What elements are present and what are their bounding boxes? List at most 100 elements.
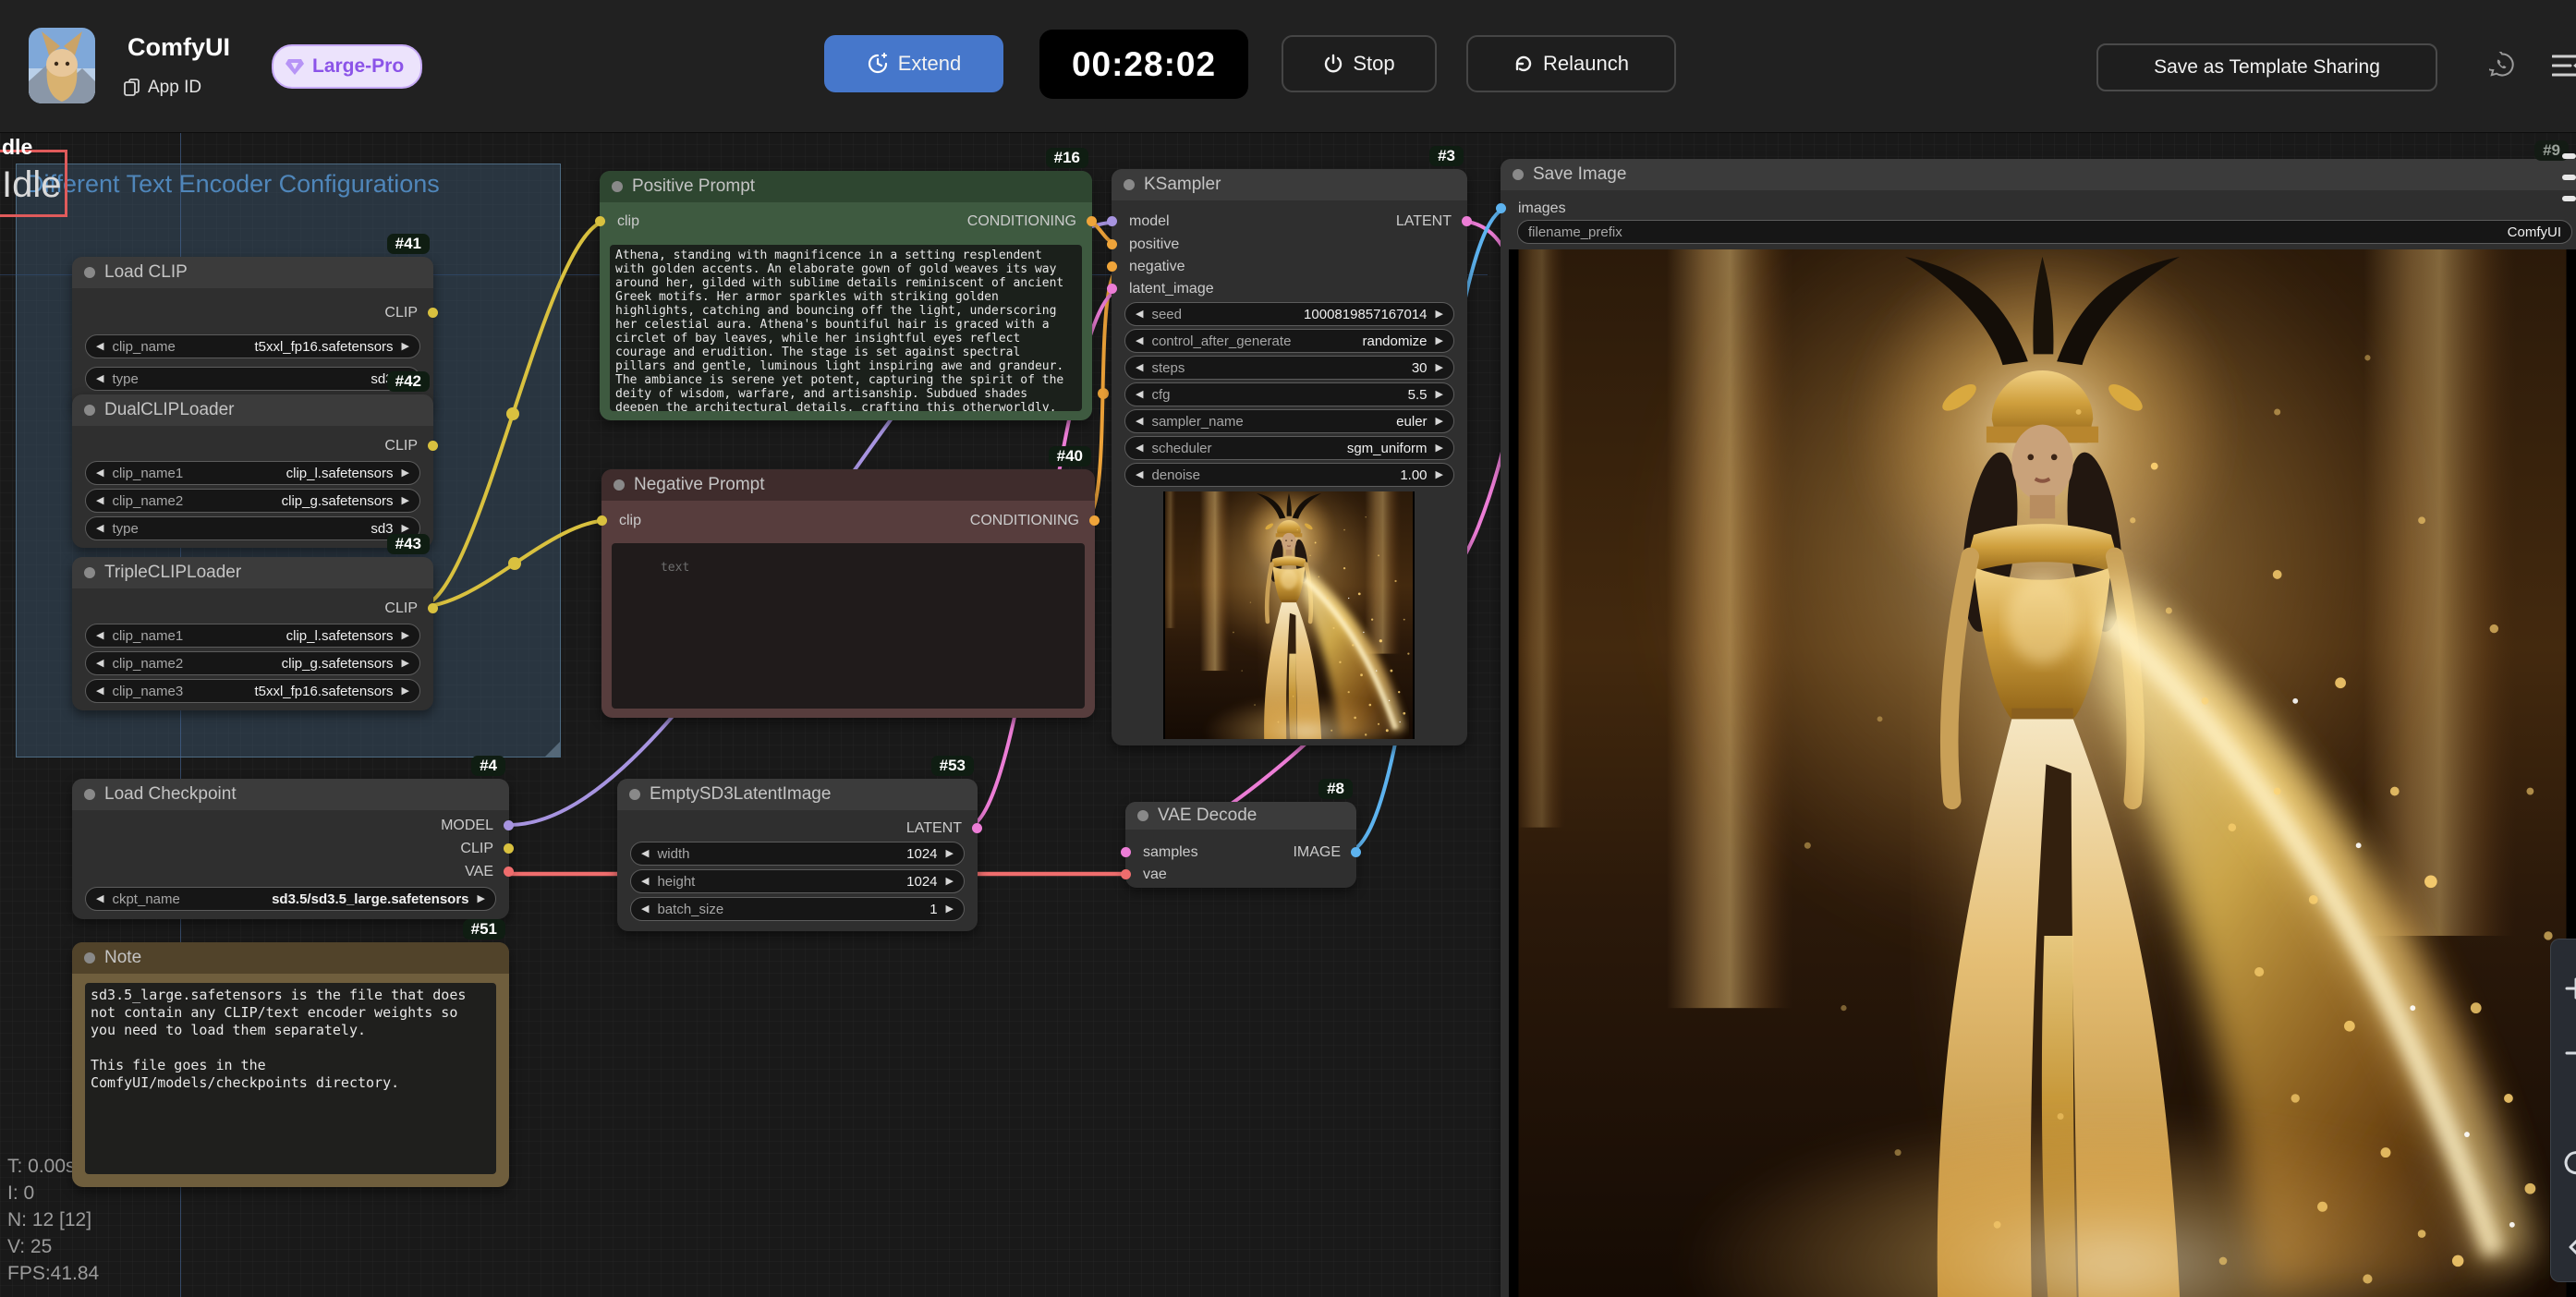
next-arrow[interactable]: ▶ bbox=[1436, 336, 1443, 346]
vae-input-slot[interactable] bbox=[1121, 869, 1131, 879]
model-input-slot[interactable] bbox=[1107, 216, 1117, 226]
next-arrow[interactable]: ▶ bbox=[402, 686, 409, 697]
prev-arrow[interactable]: ◀ bbox=[96, 342, 103, 352]
collapse-dot[interactable] bbox=[84, 567, 95, 578]
widget-height[interactable]: ◀ height 1024 ▶ bbox=[630, 869, 965, 893]
collapse-dot[interactable] bbox=[84, 952, 95, 964]
clip-input-slot[interactable] bbox=[597, 515, 607, 526]
relaunch-button[interactable]: Relaunch bbox=[1466, 35, 1676, 92]
widget-denoise[interactable]: ◀ denoise 1.00 ▶ bbox=[1124, 463, 1454, 487]
prev-arrow[interactable]: ◀ bbox=[1136, 443, 1143, 454]
collapse-dot[interactable] bbox=[1513, 169, 1524, 180]
widget-width[interactable]: ◀ width 1024 ▶ bbox=[630, 842, 965, 866]
next-arrow[interactable]: ▶ bbox=[1436, 443, 1443, 454]
widget-steps[interactable]: ◀ steps 30 ▶ bbox=[1124, 356, 1454, 380]
next-arrow[interactable]: ▶ bbox=[402, 659, 409, 669]
clip-output-slot[interactable] bbox=[428, 308, 438, 318]
node-header[interactable]: DualCLIPLoader bbox=[72, 394, 433, 426]
collapse-dot[interactable] bbox=[1137, 810, 1148, 821]
node-header[interactable]: Negative Prompt bbox=[601, 469, 1095, 501]
prev-arrow[interactable]: ◀ bbox=[96, 496, 103, 506]
collapse-dot[interactable] bbox=[612, 181, 623, 192]
node-load-clip[interactable]: #41 Load CLIP CLIP ◀ clip_name t5xxl_fp1… bbox=[72, 257, 433, 410]
stop-button[interactable]: Stop bbox=[1282, 35, 1437, 92]
node-header[interactable]: TripleCLIPLoader bbox=[72, 557, 433, 588]
prev-arrow[interactable]: ◀ bbox=[1136, 363, 1143, 373]
widget-control-after-generate[interactable]: ◀ control_after_generate randomize ▶ bbox=[1124, 329, 1454, 353]
conditioning-output-slot[interactable] bbox=[1089, 515, 1100, 526]
collapse-dot[interactable] bbox=[84, 789, 95, 800]
prompt-textarea[interactable]: text bbox=[612, 543, 1085, 709]
node-header[interactable]: KSampler bbox=[1112, 169, 1467, 200]
prev-arrow[interactable]: ◀ bbox=[96, 631, 103, 641]
widget-scheduler[interactable]: ◀ scheduler sgm_uniform ▶ bbox=[1124, 436, 1454, 460]
prompt-textarea[interactable]: Athena, standing with magnificence in a … bbox=[610, 245, 1082, 411]
model-output-slot[interactable] bbox=[504, 820, 514, 830]
node-load-checkpoint[interactable]: #4 Load Checkpoint MODEL CLIP VAE ◀ ckpt… bbox=[72, 779, 509, 919]
extend-button[interactable]: Extend bbox=[824, 35, 1003, 92]
widget-ckpt-name[interactable]: ◀ ckpt_name sd3.5/sd3.5_large.safetensor… bbox=[85, 887, 496, 911]
samples-input-slot[interactable] bbox=[1121, 847, 1131, 857]
collapse-dot[interactable] bbox=[629, 789, 640, 800]
node-ksampler[interactable]: #3 KSampler model positive negative late… bbox=[1112, 169, 1467, 745]
next-arrow[interactable]: ▶ bbox=[946, 877, 954, 887]
node-positive-prompt[interactable]: #16 Positive Prompt clip CONDITIONING At… bbox=[600, 171, 1092, 420]
next-arrow[interactable]: ▶ bbox=[946, 904, 954, 915]
prev-arrow[interactable]: ◀ bbox=[1136, 470, 1143, 480]
next-arrow[interactable]: ▶ bbox=[402, 631, 409, 641]
next-arrow[interactable]: ▶ bbox=[478, 894, 485, 904]
next-arrow[interactable]: ▶ bbox=[402, 524, 409, 534]
app-id-button[interactable]: App ID bbox=[124, 78, 201, 98]
negative-input-slot[interactable] bbox=[1107, 261, 1117, 272]
prev-arrow[interactable]: ◀ bbox=[641, 877, 649, 887]
clip-input-slot[interactable] bbox=[595, 216, 605, 226]
prev-arrow[interactable]: ◀ bbox=[641, 849, 649, 859]
clip-output-slot[interactable] bbox=[504, 843, 514, 854]
widget-clip-name[interactable]: ◀ clip_name t5xxl_fp16.safetensors ▶ bbox=[85, 334, 420, 358]
vae-output-slot[interactable] bbox=[504, 867, 514, 877]
node-vae-decode[interactable]: #8 VAE Decode samples vae IMAGE bbox=[1125, 802, 1356, 888]
node-header[interactable]: Positive Prompt bbox=[600, 171, 1092, 202]
prev-arrow[interactable]: ◀ bbox=[1136, 417, 1143, 427]
fit-view-icon[interactable] bbox=[2560, 1148, 2576, 1180]
latent-image-input-slot[interactable] bbox=[1107, 284, 1117, 294]
menu-icon[interactable] bbox=[2552, 54, 2576, 78]
group-resize-handle[interactable] bbox=[545, 742, 560, 757]
images-input-slot[interactable] bbox=[1496, 203, 1506, 213]
widget-clip-name1[interactable]: ◀ clip_name1 clip_l.safetensors ▶ bbox=[85, 624, 420, 648]
next-arrow[interactable]: ▶ bbox=[402, 342, 409, 352]
prev-arrow[interactable]: ◀ bbox=[96, 686, 103, 697]
node-save-image[interactable]: #9 Save Image images filename_prefix Com… bbox=[1501, 159, 2576, 1297]
collapse-dot[interactable] bbox=[1124, 179, 1135, 190]
save-as-template-button[interactable]: Save as Template Sharing bbox=[2096, 43, 2437, 91]
clip-output-slot[interactable] bbox=[428, 603, 438, 613]
collapse-dot[interactable] bbox=[614, 479, 625, 491]
next-arrow[interactable]: ▶ bbox=[402, 496, 409, 506]
widget-clip-name1[interactable]: ◀ clip_name1 clip_l.safetensors ▶ bbox=[85, 461, 420, 485]
node-header[interactable]: Load Checkpoint bbox=[72, 779, 509, 810]
prev-arrow[interactable]: ◀ bbox=[641, 904, 649, 915]
next-arrow[interactable]: ▶ bbox=[1436, 417, 1443, 427]
node-negative-prompt[interactable]: #40 Negative Prompt clip CONDITIONING te… bbox=[601, 469, 1095, 718]
widget-cfg[interactable]: ◀ cfg 5.5 ▶ bbox=[1124, 382, 1454, 406]
prev-arrow[interactable]: ◀ bbox=[1136, 390, 1143, 400]
positive-input-slot[interactable] bbox=[1107, 239, 1117, 249]
node-triple-clip-loader[interactable]: #43 TripleCLIPLoader CLIP ◀ clip_name1 c… bbox=[72, 557, 433, 710]
node-empty-sd3-latent-image[interactable]: #53 EmptySD3LatentImage LATENT ◀ width 1… bbox=[617, 779, 978, 931]
whatsapp-icon[interactable] bbox=[2489, 52, 2515, 78]
widget-batch-size[interactable]: ◀ batch_size 1 ▶ bbox=[630, 897, 965, 921]
zoom-in-icon[interactable] bbox=[2560, 973, 2576, 1004]
widget-sampler-name[interactable]: ◀ sampler_name euler ▶ bbox=[1124, 409, 1454, 433]
node-header[interactable]: EmptySD3LatentImage bbox=[617, 779, 978, 810]
conditioning-output-slot[interactable] bbox=[1087, 216, 1097, 226]
widget-clip-name2[interactable]: ◀ clip_name2 clip_g.safetensors ▶ bbox=[85, 651, 420, 675]
latent-output-slot[interactable] bbox=[1462, 216, 1472, 226]
node-dual-clip-loader[interactable]: #42 DualCLIPLoader CLIP ◀ clip_name1 cli… bbox=[72, 394, 433, 548]
note-textarea[interactable]: sd3.5_large.safetensors is the file that… bbox=[85, 983, 496, 1174]
prev-arrow[interactable]: ◀ bbox=[96, 524, 103, 534]
latent-output-slot[interactable] bbox=[972, 823, 982, 833]
widget-seed[interactable]: ◀ seed 1000819857167014 ▶ bbox=[1124, 302, 1454, 326]
node-header[interactable]: Note bbox=[72, 942, 509, 974]
prev-arrow[interactable]: ◀ bbox=[96, 659, 103, 669]
clip-output-slot[interactable] bbox=[428, 441, 438, 451]
